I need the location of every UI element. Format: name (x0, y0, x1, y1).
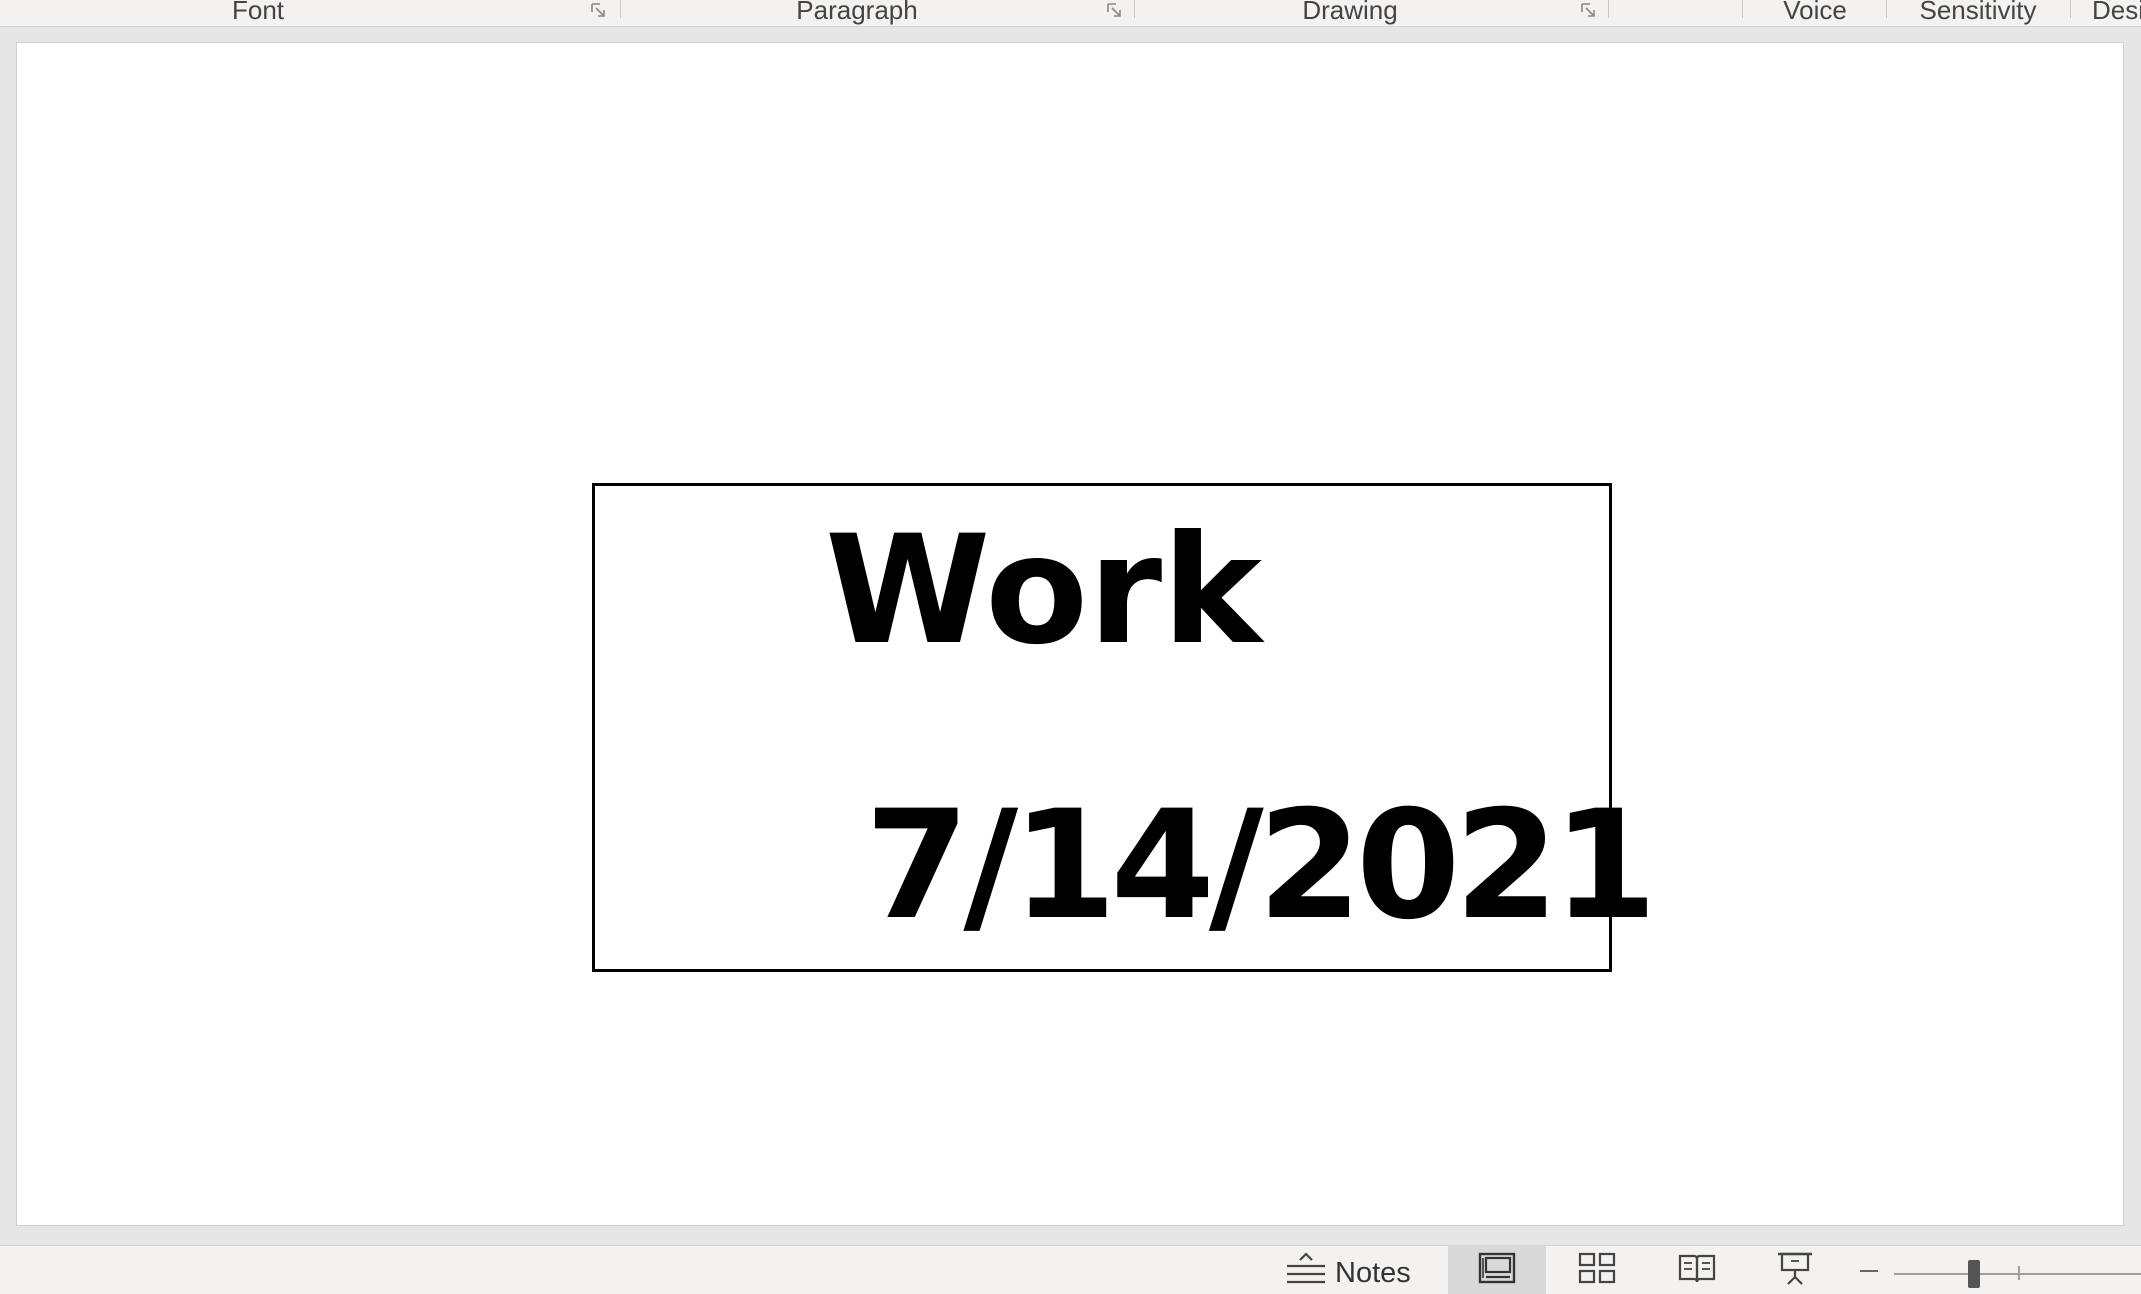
slide-text-box[interactable]: Work 7/14/2021 (592, 483, 1657, 972)
zoom-out-button[interactable] (1858, 1260, 1882, 1280)
ribbon-separator (620, 0, 621, 18)
zoom-slider-thumb[interactable] (1968, 1260, 1980, 1288)
slide-canvas[interactable]: Work 7/14/2021 (16, 42, 2124, 1226)
normal-view-icon (1478, 1252, 1516, 1289)
zoom-out-icon (1858, 1267, 1882, 1284)
ribbon-separator (1886, 0, 1887, 18)
ribbon-group-font-label: Font (231, 0, 285, 25)
slide-title-text[interactable]: Work (825, 516, 1262, 666)
reading-view-button[interactable] (1648, 1246, 1746, 1294)
ribbon-group-sensitivity-label: Sensitivity (1919, 0, 2037, 25)
notes-icon (1285, 1248, 1327, 1293)
drawing-dialog-launcher-icon[interactable] (1580, 2, 1598, 18)
zoom-slider-midpoint (2018, 1266, 2020, 1280)
font-dialog-launcher-icon[interactable] (590, 2, 608, 18)
ribbon-separator (1134, 0, 1135, 18)
slide-sorter-icon (1578, 1252, 1616, 1289)
ribbon-group-paragraph-label: Paragraph (796, 0, 918, 25)
notes-button[interactable]: Notes (1285, 1246, 1411, 1294)
status-bar: Notes (0, 1245, 2141, 1294)
slide-date-text[interactable]: 7/14/2021 (865, 791, 1657, 941)
ribbon-group-drawing-label: Drawing (1302, 0, 1398, 25)
paragraph-dialog-launcher-icon[interactable] (1106, 2, 1124, 18)
ribbon-group-voice-label: Voice (1783, 0, 1847, 25)
slide-sorter-view-button[interactable] (1548, 1246, 1646, 1294)
ribbon-group-labels: Font Paragraph Drawing Voice Sensitivity… (0, 0, 2141, 27)
slide-show-view-button[interactable] (1746, 1246, 1844, 1294)
slide-show-icon (1776, 1251, 1814, 1290)
ribbon-group-designer-label: Desi (2092, 0, 2141, 25)
ribbon-separator (2070, 0, 2071, 18)
ribbon-separator (1742, 0, 1743, 18)
reading-view-icon (1678, 1252, 1716, 1289)
normal-view-button[interactable] (1448, 1246, 1546, 1294)
notes-label: Notes (1335, 1256, 1411, 1289)
ribbon-separator (1608, 0, 1609, 18)
